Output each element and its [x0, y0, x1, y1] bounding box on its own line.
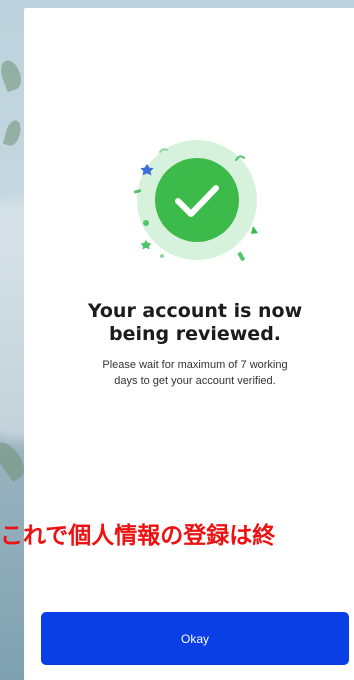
review-title: Your account is now being reviewed.	[24, 300, 354, 346]
review-title-line-2: being reviewed.	[108, 323, 282, 345]
review-title-line-1: Your account is now	[87, 300, 303, 322]
background-foliage	[0, 57, 25, 93]
review-subtitle-line-2: days to get your account verified.	[114, 375, 276, 387]
background-foliage	[2, 118, 24, 148]
overlay-caption: これで個人情報の登録は終	[0, 523, 276, 549]
review-subtitle-line-1: Please wait for maximum of 7 working	[102, 359, 288, 371]
review-subtitle: Please wait for maximum of 7 working day…	[40, 357, 350, 389]
okay-button[interactable]: Okay	[41, 612, 349, 665]
